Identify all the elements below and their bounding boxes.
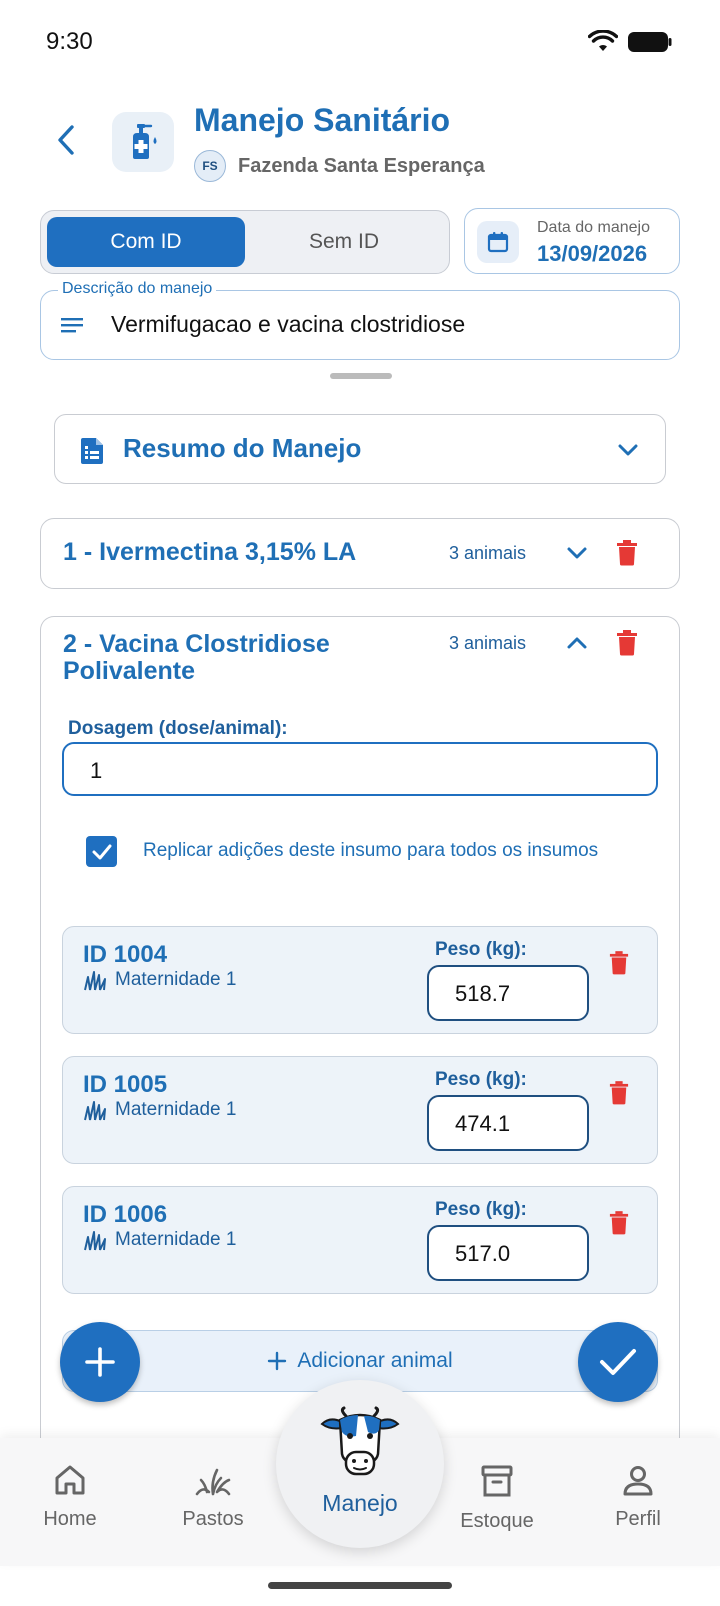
weight-value: 518.7 (455, 981, 511, 1006)
animal-card: ID 1006 Maternidade 1 Peso (kg): 517.0 (62, 1186, 658, 1294)
notes-lines-icon (61, 318, 83, 333)
supply-item-title-line2: Polivalente (63, 657, 195, 685)
nav-home[interactable]: Home (10, 1464, 130, 1531)
nav-manejo-label: Manejo (322, 1490, 398, 1516)
sanitizer-bottle-icon (133, 124, 157, 159)
description-field[interactable]: Vermifugacao e vacina clostridiose (40, 290, 680, 360)
delete-animal-button[interactable] (609, 1211, 629, 1240)
nav-pastos[interactable]: Pastos (153, 1464, 273, 1531)
description-value: Vermifugacao e vacina clostridiose (111, 311, 466, 337)
delete-item-button[interactable] (613, 538, 641, 568)
grass-icon (84, 971, 106, 991)
summary-document-icon (81, 438, 103, 464)
supply-item-title-line1: 2 - Vacina Clostridiose (63, 630, 330, 658)
person-icon (623, 1466, 653, 1496)
animal-id: ID 1005 (83, 1071, 168, 1098)
description-label: Descrição do manejo (58, 280, 217, 298)
trash-icon (609, 1211, 629, 1235)
trash-icon (609, 1081, 629, 1105)
date-value: 13/09/2026 (537, 241, 648, 266)
animal-card: ID 1004 Maternidade 1 Peso (kg): 518.7 (62, 926, 658, 1034)
delete-item-button[interactable] (613, 628, 641, 658)
grass-icon (84, 1101, 106, 1121)
weight-label: Peso (kg): (435, 1069, 527, 1090)
supply-item-title[interactable]: 2 - Vacina Clostridiose Polivalente (63, 631, 330, 685)
dosage-label: Dosagem (dose/animal): (68, 718, 288, 739)
check-icon (600, 1349, 636, 1375)
dosage-value: 1 (90, 758, 103, 783)
replicate-checkbox[interactable] (86, 836, 117, 867)
checkmark-icon (92, 844, 111, 859)
chevron-down-icon (567, 547, 587, 559)
back-button[interactable] (44, 118, 88, 162)
expand-button[interactable] (563, 539, 591, 567)
battery-icon (628, 32, 672, 52)
chevron-up-icon (567, 637, 587, 649)
weight-label: Peso (kg): (435, 939, 527, 960)
animal-id: ID 1004 (83, 941, 168, 968)
grass-icon (195, 1468, 231, 1496)
sanitary-icon-box (112, 112, 174, 172)
nav-estoque[interactable]: Estoque (437, 1464, 557, 1533)
trash-icon (609, 951, 629, 975)
nav-pastos-label: Pastos (182, 1508, 244, 1530)
summary-card[interactable]: Resumo do Manejo (54, 414, 666, 484)
calendar-icon (487, 232, 509, 253)
delete-animal-button[interactable] (609, 1081, 629, 1110)
confirm-fab-button[interactable] (578, 1322, 658, 1402)
weight-value: 517.0 (455, 1241, 511, 1266)
weight-label: Peso (kg): (435, 1199, 527, 1220)
weight-value: 474.1 (455, 1111, 511, 1136)
nav-manejo[interactable]: Manejo (276, 1380, 444, 1548)
summary-title: Resumo do Manejo (123, 433, 362, 463)
chevron-down-icon (618, 444, 638, 456)
weight-input[interactable]: 474.1 (427, 1095, 589, 1151)
animal-location: Maternidade 1 (115, 969, 237, 990)
animal-id: ID 1006 (83, 1201, 168, 1228)
plus-icon (85, 1347, 115, 1377)
archive-box-icon (481, 1465, 513, 1497)
calendar-icon-box (477, 221, 519, 263)
home-indicator[interactable] (268, 1582, 452, 1589)
supply-item-1[interactable]: 1 - Ivermectina 3,15% LA 3 animais (40, 518, 680, 589)
supply-item-title: 1 - Ivermectina 3,15% LA (63, 538, 357, 566)
collapse-button[interactable] (563, 629, 591, 657)
status-icons (588, 30, 672, 54)
animal-count-badge: 3 animais (449, 543, 527, 563)
nav-estoque-label: Estoque (460, 1510, 534, 1532)
nav-home-label: Home (43, 1508, 97, 1530)
trash-icon (617, 630, 637, 656)
animal-card: ID 1005 Maternidade 1 Peso (kg): 474.1 (62, 1056, 658, 1164)
toggle-com-id[interactable]: Com ID (47, 217, 245, 267)
trash-icon (617, 540, 637, 566)
animal-location: Maternidade 1 (115, 1229, 237, 1250)
page-title: Manejo Sanitário (194, 102, 451, 138)
add-fab-button[interactable] (60, 1322, 140, 1402)
farm-avatar: FS (194, 150, 226, 182)
plus-icon (268, 1351, 287, 1371)
nav-perfil[interactable]: Perfil (578, 1464, 698, 1531)
animal-count-badge: 3 animais (449, 633, 527, 653)
weight-input[interactable]: 518.7 (427, 965, 589, 1021)
farm-name: Fazenda Santa Esperança (238, 155, 485, 177)
back-arrow-icon (58, 125, 74, 155)
delete-animal-button[interactable] (609, 951, 629, 980)
date-picker[interactable]: Data do manejo 13/09/2026 (464, 208, 680, 274)
nav-perfil-label: Perfil (615, 1508, 661, 1530)
grass-icon (84, 1231, 106, 1251)
date-label: Data do manejo (537, 219, 650, 236)
wifi-icon (588, 30, 618, 51)
cow-icon (320, 1406, 400, 1476)
animal-location: Maternidade 1 (115, 1099, 237, 1120)
replicate-label[interactable]: Replicar adições deste insumo para todos… (143, 840, 598, 862)
dosage-input[interactable]: 1 (62, 742, 658, 796)
home-icon (55, 1465, 85, 1495)
drag-handle[interactable] (330, 373, 392, 379)
status-time: 9:30 (46, 28, 93, 55)
weight-input[interactable]: 517.0 (427, 1225, 589, 1281)
toggle-sem-id[interactable]: Sem ID (245, 217, 443, 267)
add-animal-label: Adicionar animal (297, 1349, 453, 1372)
id-mode-toggle: Com ID Sem ID (40, 210, 450, 274)
